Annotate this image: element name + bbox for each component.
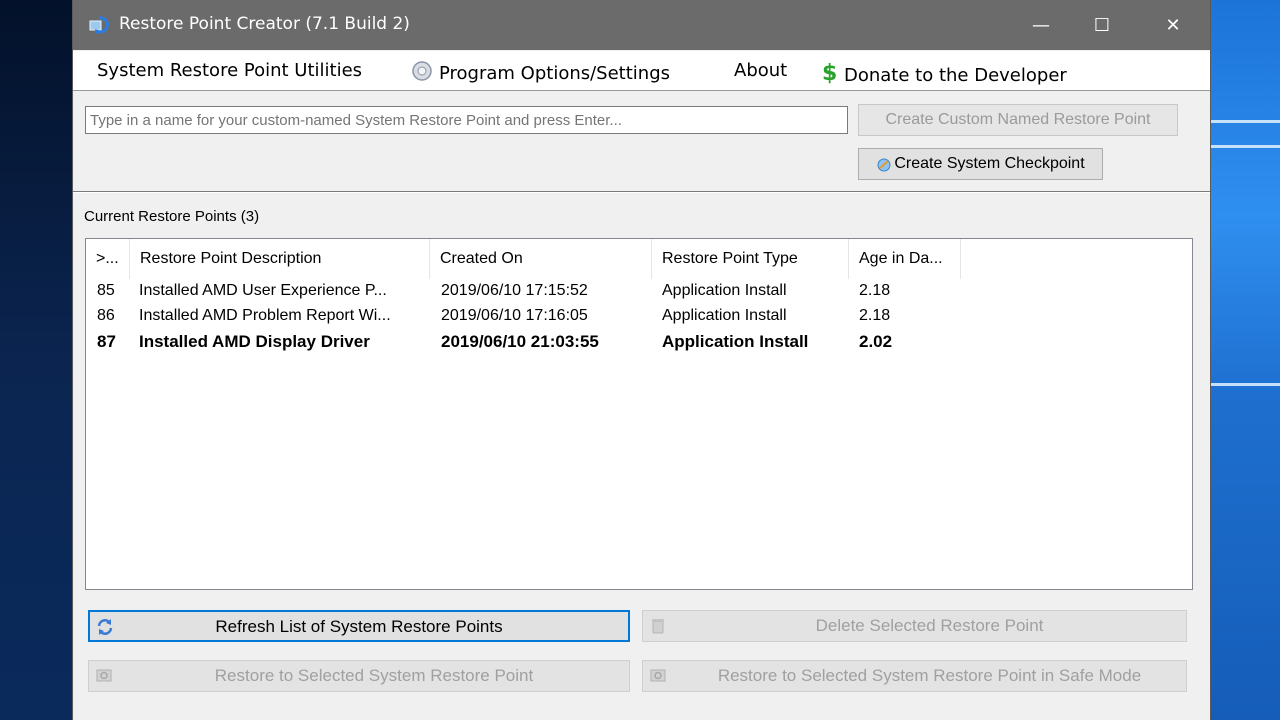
restore-safe-mode-button[interactable]: Restore to Selected System Restore Point… bbox=[642, 660, 1187, 692]
cell-description: Installed AMD Problem Report Wi... bbox=[139, 307, 391, 324]
cell-age: 2.18 bbox=[859, 307, 891, 324]
cell-id: 87 bbox=[97, 332, 116, 351]
menu-label: About bbox=[734, 60, 788, 81]
restore-point-app-icon bbox=[89, 16, 109, 34]
menu-label: System Restore Point Utilities bbox=[97, 60, 363, 81]
cell-description: Installed AMD Display Driver bbox=[139, 332, 370, 351]
maximize-button[interactable]: ☐ bbox=[1079, 0, 1125, 50]
section-divider bbox=[73, 191, 1210, 193]
app-window: Restore Point Creator (7.1 Build 2) — ☐ … bbox=[72, 0, 1211, 720]
cell-id: 86 bbox=[97, 307, 115, 324]
cell-created-on: 2019/06/10 17:16:05 bbox=[441, 307, 588, 324]
window-title: Restore Point Creator (7.1 Build 2) bbox=[119, 14, 410, 34]
minimize-button[interactable]: — bbox=[1018, 0, 1064, 50]
desktop-right-area bbox=[1200, 0, 1280, 720]
menu-system-restore-point-utilities[interactable]: System Restore Point Utilities bbox=[97, 60, 362, 81]
menu-program-options[interactable]: Program Options/Settings bbox=[411, 60, 670, 84]
cell-created-on: 2019/06/10 17:15:52 bbox=[441, 282, 588, 299]
button-label: Create System Checkpoint bbox=[894, 155, 1085, 172]
delete-selected-restore-point-button[interactable]: Delete Selected Restore Point bbox=[642, 610, 1187, 642]
button-label: Restore to Selected System Restore Point… bbox=[717, 666, 1142, 685]
cell-age: 2.18 bbox=[859, 282, 891, 299]
menu-label: Program Options/Settings bbox=[439, 63, 671, 84]
title-bar[interactable]: Restore Point Creator (7.1 Build 2) — ☐ … bbox=[73, 0, 1210, 50]
table-row[interactable]: 85 Installed AMD User Experience P... 20… bbox=[86, 282, 1192, 307]
desktop-light-streak bbox=[1210, 145, 1280, 148]
menu-label: Donate to the Developer bbox=[844, 65, 1067, 86]
cell-type: Application Install bbox=[662, 307, 787, 324]
restore-points-list[interactable]: >... Restore Point Description Created O… bbox=[85, 238, 1193, 590]
dollar-sign-icon: $ bbox=[822, 61, 837, 84]
cell-created-on: 2019/06/10 21:03:55 bbox=[441, 332, 599, 351]
column-header-age[interactable]: Age in Da... bbox=[849, 239, 961, 279]
column-header-description[interactable]: Restore Point Description bbox=[130, 239, 430, 279]
button-label: Create Custom Named Restore Point bbox=[885, 111, 1151, 128]
menu-about[interactable]: About bbox=[734, 60, 787, 81]
checkpoint-icon bbox=[877, 158, 891, 172]
svg-text:$: $ bbox=[822, 61, 837, 84]
settings-gear-icon bbox=[412, 61, 432, 81]
close-button[interactable]: ✕ bbox=[1150, 0, 1196, 50]
column-header-id[interactable]: >... bbox=[86, 239, 130, 279]
maximize-icon: ☐ bbox=[1093, 14, 1111, 36]
refresh-list-button[interactable]: Refresh List of System Restore Points bbox=[88, 610, 630, 642]
list-header: >... Restore Point Description Created O… bbox=[86, 239, 1192, 281]
current-restore-points-label: Current Restore Points (3) bbox=[84, 208, 260, 225]
restore-safe-mode-icon bbox=[650, 669, 666, 682]
menu-bar: System Restore Point Utilities Program O… bbox=[73, 51, 1210, 91]
column-header-type[interactable]: Restore Point Type bbox=[652, 239, 849, 279]
cell-age: 2.02 bbox=[859, 332, 893, 351]
button-label: Refresh List of System Restore Points bbox=[215, 617, 503, 636]
restore-selected-point-button[interactable]: Restore to Selected System Restore Point bbox=[88, 660, 630, 692]
table-row-newest[interactable]: 87 Installed AMD Display Driver 2019/06/… bbox=[86, 332, 1192, 357]
table-row[interactable]: 86 Installed AMD Problem Report Wi... 20… bbox=[86, 307, 1192, 332]
restore-icon bbox=[96, 669, 112, 682]
cell-type: Application Install bbox=[662, 282, 787, 299]
cell-id: 85 bbox=[97, 282, 115, 299]
desktop-light-streak bbox=[1210, 383, 1280, 386]
menu-donate[interactable]: $ Donate to the Developer bbox=[820, 60, 1067, 86]
button-label: Restore to Selected System Restore Point bbox=[214, 666, 534, 685]
create-custom-restore-point-button[interactable]: Create Custom Named Restore Point bbox=[858, 104, 1178, 136]
minimize-icon: — bbox=[1032, 14, 1050, 36]
trash-icon bbox=[652, 619, 664, 634]
button-label: Delete Selected Restore Point bbox=[815, 616, 1044, 635]
column-header-created-on[interactable]: Created On bbox=[430, 239, 652, 279]
cell-type: Application Install bbox=[662, 332, 809, 351]
cell-description: Installed AMD User Experience P... bbox=[139, 282, 387, 299]
restore-point-name-input[interactable] bbox=[85, 106, 848, 134]
desktop-light-streak bbox=[1210, 120, 1280, 123]
create-system-checkpoint-button[interactable]: Create System Checkpoint bbox=[858, 148, 1103, 180]
close-icon: ✕ bbox=[1165, 14, 1181, 36]
desktop-left-area bbox=[0, 0, 72, 720]
